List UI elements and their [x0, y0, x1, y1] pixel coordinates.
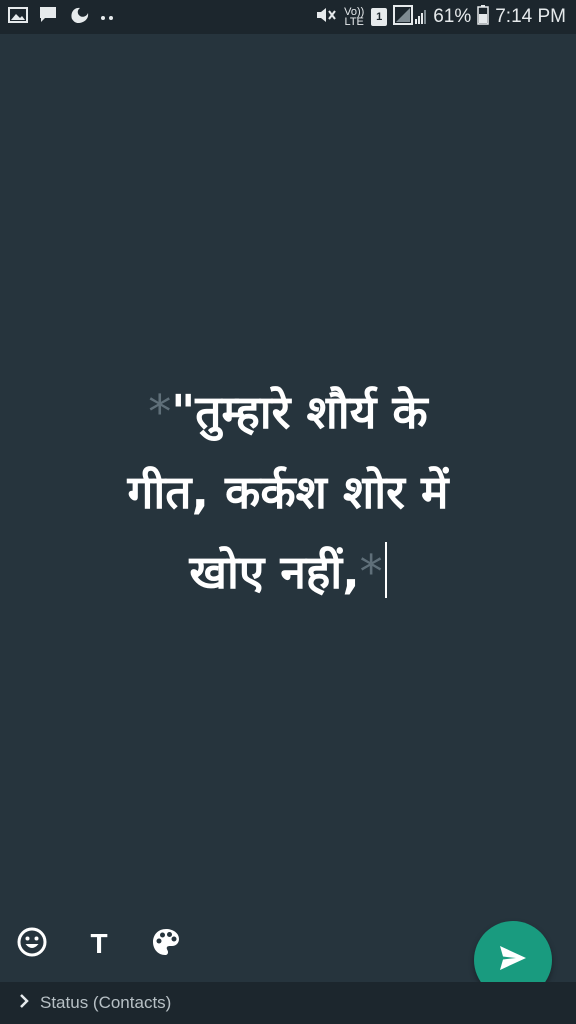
palette-icon	[150, 926, 182, 962]
status-bar-right: Vo)) LTE 1 61% 7:14 PM	[309, 4, 566, 30]
mute-icon	[315, 6, 337, 29]
signal-icon	[393, 4, 427, 30]
quote-line-2: गीत, कर्कश शोर में	[127, 465, 449, 519]
battery-icon	[477, 4, 489, 30]
message-icon	[38, 6, 58, 29]
gallery-icon	[8, 6, 28, 28]
privacy-label: Status (Contacts)	[40, 993, 172, 1012]
format-marker-close: *	[359, 545, 383, 599]
emoji-icon	[16, 926, 48, 962]
status-privacy-bar[interactable]: Status (Contacts)	[0, 982, 576, 1024]
clock: 7:14 PM	[495, 6, 566, 27]
text-cursor	[384, 542, 387, 598]
sim-1-label: 1	[376, 11, 383, 23]
uc-browser-icon	[68, 5, 90, 30]
font-button[interactable]: T	[79, 924, 119, 964]
format-marker-open: *	[148, 385, 172, 439]
quote-line-3-text: खोए नहीं,	[189, 545, 360, 599]
battery-percent: 61%	[433, 6, 472, 27]
more-dots-icon	[100, 8, 114, 26]
color-button[interactable]	[146, 924, 186, 964]
quote-line-1: *"तुम्हारे शौर्य के	[20, 372, 556, 452]
status-text-input[interactable]: *"तुम्हारे शौर्य के गीत, कर्कश शोर में ख…	[20, 372, 556, 612]
chevron-right-icon	[18, 993, 30, 1013]
emoji-button[interactable]	[12, 924, 52, 964]
status-bar: Vo)) LTE 1 61% 7:14 PM	[0, 0, 576, 34]
status-bar-left	[8, 5, 124, 30]
send-icon	[498, 944, 528, 976]
volte-icon: Vo)) LTE	[344, 6, 365, 28]
font-button-label: T	[90, 928, 108, 959]
sim-1-icon: 1	[371, 8, 388, 26]
quote-line-3: खोए नहीं,*	[20, 532, 556, 612]
status-composer-screen: Vo)) LTE 1 61% 7:14 PM *"तुम्हारे शौर्य …	[0, 0, 576, 1024]
quote-line-1-text: "तुम्हारे शौर्य के	[171, 385, 428, 439]
